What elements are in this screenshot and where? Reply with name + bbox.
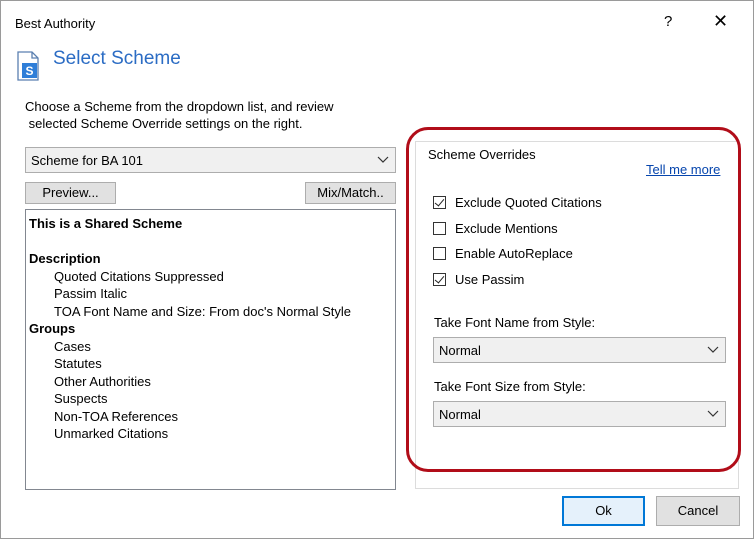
best-authority-dialog: Best Authority ? ✕ S Select Scheme Choos…	[0, 0, 754, 539]
group-item: Unmarked Citations	[54, 426, 169, 441]
instructions-line-1: Choose a Scheme from the dropdown list, …	[25, 99, 334, 114]
shared-scheme-heading: This is a Shared Scheme	[29, 216, 183, 231]
preview-button-label: Preview...	[42, 185, 99, 200]
mix-match-button-label: Mix/Match..	[317, 185, 384, 200]
checkbox-label: Exclude Quoted Citations	[455, 195, 602, 210]
groups-heading: Groups	[29, 321, 76, 336]
description-item: Quoted Citations Suppressed	[54, 268, 224, 284]
checkbox-box[interactable]	[433, 196, 446, 209]
window-title: Best Authority	[15, 16, 96, 31]
checkbox-box[interactable]	[433, 222, 446, 235]
page-title: Select Scheme	[53, 48, 181, 69]
ok-button[interactable]: Ok	[562, 496, 645, 526]
scheme-select[interactable]: Scheme for BA 101	[25, 147, 396, 173]
exclude-quoted-citations-checkbox[interactable]: Exclude Quoted Citations	[433, 195, 602, 210]
font-size-select[interactable]: Normal	[433, 401, 726, 427]
ok-button-label: Ok	[595, 503, 612, 518]
scheme-select-value: Scheme for BA 101	[31, 153, 144, 168]
close-icon[interactable]: ✕	[713, 11, 728, 32]
description-item: Passim Italic	[54, 286, 127, 301]
checkbox-label: Enable AutoReplace	[455, 246, 573, 261]
mix-match-button[interactable]: Mix/Match..	[305, 182, 396, 204]
chevron-down-icon	[707, 410, 719, 417]
title-bar: Best Authority ? ✕	[1, 1, 753, 45]
chevron-down-icon	[707, 346, 719, 353]
group-item: Other Authorities	[54, 373, 151, 389]
chevron-down-icon	[377, 156, 389, 163]
checkbox-label: Exclude Mentions	[455, 221, 558, 236]
group-item: Statutes	[54, 356, 102, 371]
scheme-overrides-legend: Scheme Overrides	[426, 147, 538, 162]
cancel-button[interactable]: Cancel	[656, 496, 740, 526]
description-heading: Description	[29, 251, 101, 266]
enable-autoreplace-checkbox[interactable]: Enable AutoReplace	[433, 246, 573, 261]
checkbox-box[interactable]	[433, 247, 446, 260]
font-name-value: Normal	[439, 343, 481, 358]
checkbox-box[interactable]	[433, 273, 446, 286]
font-size-label: Take Font Size from Style:	[434, 379, 586, 394]
tell-me-more-link[interactable]: Tell me more	[646, 162, 720, 177]
exclude-mentions-checkbox[interactable]: Exclude Mentions	[433, 221, 558, 236]
svg-text:S: S	[25, 64, 33, 78]
instructions-text: Choose a Scheme from the dropdown list, …	[25, 98, 385, 132]
scheme-description-box[interactable]: This is a Shared Scheme Description Quot…	[25, 209, 396, 490]
font-name-label: Take Font Name from Style:	[434, 315, 596, 330]
group-item: Suspects	[54, 391, 108, 406]
font-size-value: Normal	[439, 407, 481, 422]
preview-button[interactable]: Preview...	[25, 182, 116, 204]
group-item: Cases	[54, 338, 91, 354]
checkbox-label: Use Passim	[455, 272, 525, 287]
font-name-select[interactable]: Normal	[433, 337, 726, 363]
instructions-line-2: selected Scheme Override settings on the…	[25, 116, 303, 131]
description-item: TOA Font Name and Size: From doc's Norma…	[54, 303, 352, 319]
use-passim-checkbox[interactable]: Use Passim	[433, 272, 524, 287]
document-s-icon: S	[17, 51, 39, 81]
cancel-button-label: Cancel	[677, 503, 719, 518]
group-item: Non-TOA References	[54, 408, 179, 424]
help-icon[interactable]: ?	[664, 13, 672, 30]
